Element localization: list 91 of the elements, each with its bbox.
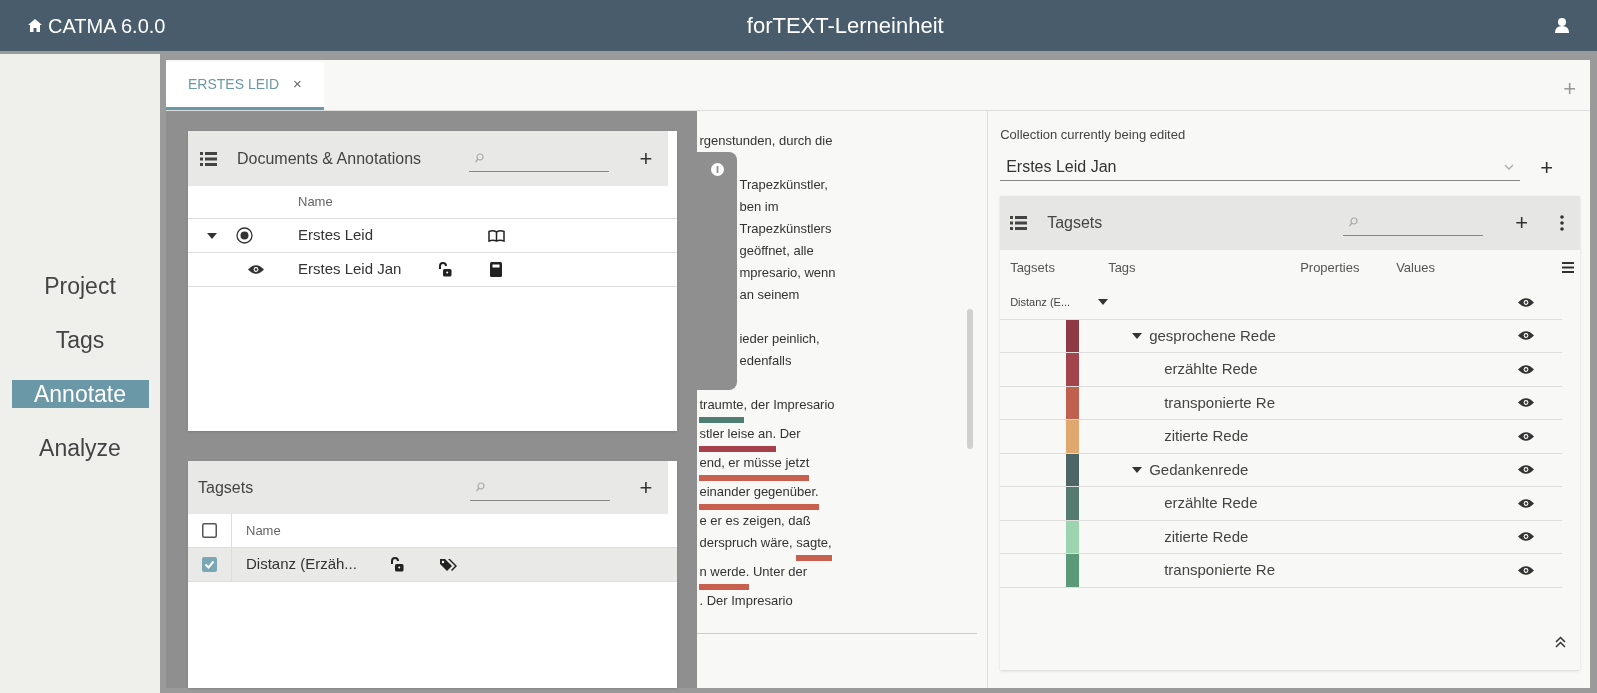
column-header: Tagsets	[1010, 258, 1056, 277]
notebook-icon[interactable]	[490, 262, 502, 277]
nav-item[interactable]: Analyze	[11, 434, 149, 462]
menu-icon[interactable]	[1562, 262, 1574, 273]
column-header: Name	[298, 193, 333, 212]
more-icon[interactable]	[1560, 214, 1564, 231]
tag-name[interactable]: zitierte Rede	[1164, 425, 1249, 448]
panel-title: Tagsets	[198, 477, 255, 498]
tag-name[interactable]: Gedankenrede	[1149, 458, 1249, 481]
column-header: Properties	[1300, 258, 1361, 277]
radio-button[interactable]	[236, 227, 253, 244]
search-icon	[1349, 217, 1359, 227]
text-span: derspruch wäre,	[699, 535, 794, 550]
annotated-text: sagte,	[796, 533, 832, 561]
caret-down-icon[interactable]	[207, 232, 217, 239]
text-line: Trapezkünstler,	[738, 176, 829, 194]
user-icon[interactable]	[1555, 18, 1569, 33]
text-span: , der Impresario	[743, 397, 835, 412]
annotated-text: n werde.	[699, 562, 750, 590]
text-line: . Der Impresario	[698, 592, 794, 610]
text-line: ben im	[738, 198, 780, 216]
text-line: rgenstunden, durch die	[698, 132, 834, 150]
annotated-text: end, er müsse jetzt	[699, 453, 810, 481]
add-button[interactable]: +	[1540, 150, 1553, 184]
text-span: Unter der	[751, 564, 808, 579]
document-tab[interactable]: ERSTES LEID ×	[166, 62, 324, 110]
eye-icon[interactable]	[1518, 564, 1534, 576]
eye-icon[interactable]	[1518, 464, 1534, 476]
caret-down-icon[interactable]	[1132, 466, 1143, 473]
tag-name[interactable]: erzählte Rede	[1164, 492, 1258, 515]
close-button[interactable]: ×	[293, 73, 302, 96]
column-header: Name	[246, 521, 281, 540]
tag-name[interactable]: transponierte Re	[1164, 391, 1276, 414]
add-button[interactable]: +	[1515, 206, 1528, 239]
panel-title: Tagsets	[1047, 212, 1104, 233]
eye-icon[interactable]	[248, 264, 264, 275]
open-lock-icon[interactable]	[438, 262, 452, 277]
add-button[interactable]: +	[639, 142, 653, 175]
book-icon[interactable]	[488, 229, 505, 242]
eye-icon[interactable]	[1518, 531, 1534, 543]
column-header: Tags	[1108, 258, 1137, 277]
text-line: e er es zeigen, daß	[698, 512, 812, 530]
column-header: Values	[1396, 258, 1436, 277]
nav-item[interactable]: Tags	[11, 326, 149, 354]
tag-name[interactable]: transponierte Re	[1164, 559, 1276, 582]
project-title: forTEXT-Lerneinheit	[745, 12, 945, 40]
caret-down-icon[interactable]	[1098, 299, 1109, 305]
panel-title: Documents & Annotations	[237, 148, 423, 169]
eye-icon[interactable]	[1518, 397, 1534, 409]
open-lock-icon[interactable]	[390, 557, 404, 572]
eye-icon[interactable]	[1518, 330, 1534, 342]
tagset-row[interactable]: Distanz (Erzäh...	[188, 548, 678, 582]
search-icon	[475, 153, 484, 163]
eye-icon[interactable]	[1518, 497, 1534, 509]
tagset-name[interactable]: Distanz (E...	[1010, 293, 1099, 311]
eye-icon[interactable]	[1518, 430, 1534, 442]
annotated-text: einander gegenüber.	[699, 482, 819, 510]
document-name[interactable]: Erstes Leid	[298, 224, 488, 247]
tag-name[interactable]: zitierte Rede	[1164, 525, 1249, 548]
add-button[interactable]: +	[639, 471, 653, 504]
text-span: Der	[778, 426, 801, 441]
search-icon	[476, 482, 485, 492]
annotated-text: traumte	[699, 395, 744, 423]
info-icon[interactable]	[710, 163, 724, 176]
field-label: Collection currently being edited	[1000, 126, 1186, 144]
nav-item[interactable]: Project	[11, 272, 149, 300]
checkbox[interactable]	[202, 523, 217, 538]
text-line: edenfalls	[738, 352, 793, 370]
list-icon	[200, 151, 217, 166]
eye-icon[interactable]	[1518, 363, 1534, 375]
text-line: Trapezkünstlers	[738, 220, 833, 238]
text-line: mpresario, wenn	[738, 264, 837, 282]
home-icon[interactable]	[28, 19, 42, 32]
text-line: geöffnet, alle	[738, 242, 815, 260]
collection-dropdown[interactable]: Erstes Leid Jan	[1000, 153, 1521, 181]
text-line: an seinem	[738, 286, 801, 304]
checkbox[interactable]	[202, 557, 217, 572]
list-icon	[1010, 215, 1028, 230]
annotated-text: stler leise an.	[699, 424, 777, 452]
tags-icon[interactable]	[440, 557, 458, 572]
caret-down-icon[interactable]	[1132, 332, 1143, 339]
drawer-handle[interactable]	[697, 152, 738, 390]
collection-name[interactable]: Erstes Leid Jan	[298, 258, 438, 281]
text-line: ieder peinlich,	[738, 330, 821, 348]
double-chevron-up-icon[interactable]	[1555, 636, 1566, 648]
tag-name[interactable]: erzählte Rede	[1164, 358, 1258, 381]
eye-icon[interactable]	[1518, 296, 1534, 308]
chevron-down-icon	[1504, 163, 1515, 170]
tag-name[interactable]: gesprochene Rede	[1149, 324, 1276, 347]
scrollbar[interactable]	[967, 309, 974, 449]
app-title[interactable]: CATMA 6.0.0	[48, 10, 166, 41]
